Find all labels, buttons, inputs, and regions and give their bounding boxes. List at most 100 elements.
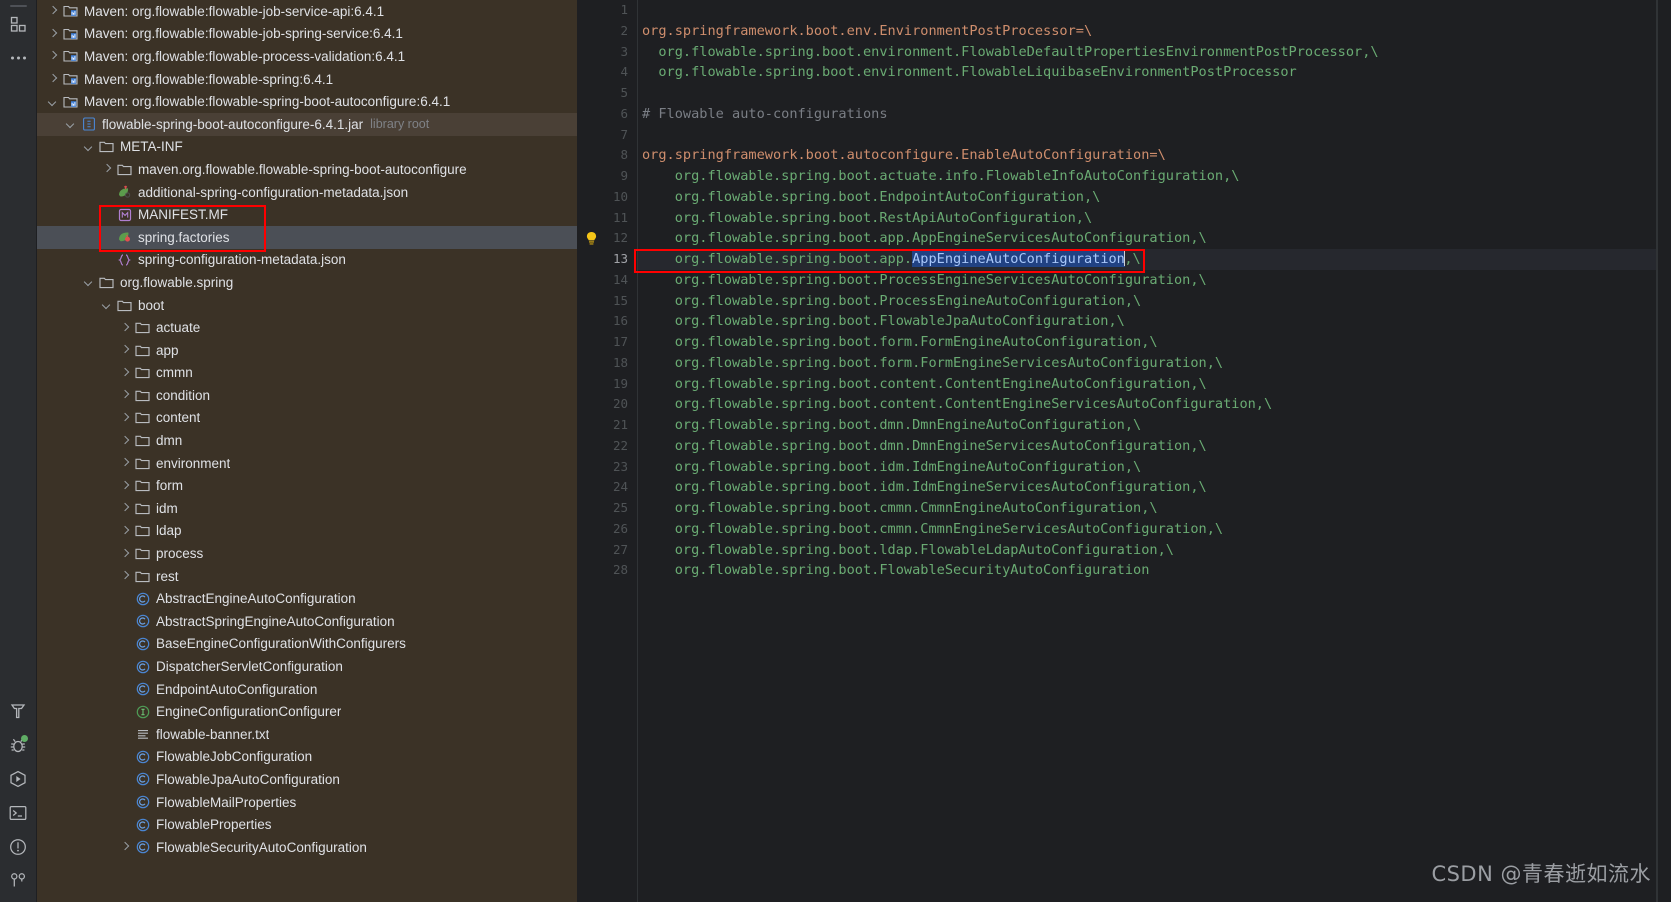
code-line[interactable]: org.flowable.spring.boot.FlowableSecurit… [638, 560, 1671, 581]
chevron-right-icon[interactable] [119, 434, 132, 447]
tree-row[interactable]: FlowableJobConfiguration [37, 746, 577, 769]
tree-row[interactable]: Maven: org.flowable:flowable-spring-boot… [37, 90, 577, 113]
chevron-right-icon[interactable] [119, 547, 132, 560]
code-line[interactable]: org.flowable.spring.boot.environment.Flo… [638, 62, 1671, 83]
tree-row[interactable]: spring-configuration-metadata.json [37, 249, 577, 272]
chevron-down-icon[interactable] [47, 95, 60, 108]
code-line[interactable]: org.flowable.spring.boot.content.Content… [638, 374, 1671, 395]
terminal-icon[interactable] [0, 796, 37, 830]
code-line[interactable]: org.flowable.spring.boot.app.AppEngineSe… [638, 228, 1671, 249]
code-line[interactable]: org.flowable.spring.boot.FlowableJpaAuto… [638, 311, 1671, 332]
tree-row[interactable]: EndpointAutoConfiguration [37, 678, 577, 701]
chevron-right-icon[interactable] [119, 502, 132, 515]
tree-row[interactable]: spring.factories [37, 225, 577, 249]
chevron-right-icon[interactable] [119, 389, 132, 402]
editor-gutter[interactable]: 1 2 3 4 5 6 7 8 9 10 11 12 13 14 15 16 17 18 19 20 21 22 23 24… [577, 0, 637, 902]
chevron-down-icon[interactable] [65, 118, 78, 131]
tree-row[interactable]: additional-spring-configuration-metadata… [37, 181, 577, 204]
build-icon[interactable] [0, 694, 37, 728]
chevron-right-icon[interactable] [101, 163, 114, 176]
tree-row[interactable]: dmn [37, 429, 577, 452]
code-line[interactable]: org.flowable.spring.boot.cmmn.CmmnEngine… [638, 498, 1671, 519]
chevron-right-icon[interactable] [47, 5, 60, 18]
tree-row[interactable]: boot [37, 294, 577, 317]
tree-row[interactable]: DispatcherServletConfiguration [37, 655, 577, 678]
code-line[interactable]: org.flowable.spring.boot.form.FormEngine… [638, 353, 1671, 374]
code-line[interactable]: org.flowable.spring.boot.ProcessEngineSe… [638, 270, 1671, 291]
tree-row[interactable]: form [37, 474, 577, 497]
tree-row[interactable]: AbstractSpringEngineAutoConfiguration [37, 610, 577, 633]
problems-icon[interactable] [0, 830, 37, 864]
chevron-right-icon[interactable] [119, 457, 132, 470]
code-line[interactable]: org.flowable.spring.boot.EndpointAutoCon… [638, 187, 1671, 208]
tree-row[interactable]: Maven: org.flowable:flowable-spring:6.4.… [37, 68, 577, 91]
tree-row[interactable]: META-INF [37, 136, 577, 159]
tree-row[interactable]: ldap [37, 520, 577, 543]
tree-row[interactable]: content [37, 407, 577, 430]
more-options-icon[interactable] [0, 41, 37, 75]
tree-row[interactable]: rest [37, 565, 577, 588]
debug-icon[interactable] [0, 728, 37, 762]
chevron-right-icon[interactable] [119, 479, 132, 492]
tree-row[interactable]: FlowableJpaAutoConfiguration [37, 768, 577, 791]
code-line[interactable]: # Flowable auto-configurations [638, 104, 1671, 125]
tree-row[interactable]: Maven: org.flowable:flowable-process-val… [37, 45, 577, 68]
tree-row[interactable]: condition [37, 384, 577, 407]
tree-row[interactable]: actuate [37, 316, 577, 339]
intention-bulb-icon[interactable] [585, 231, 598, 246]
chevron-down-icon[interactable] [83, 276, 96, 289]
chevron-right-icon[interactable] [119, 570, 132, 583]
tree-row[interactable]: BaseEngineConfigurationWithConfigurers [37, 633, 577, 656]
code-line[interactable]: org.flowable.spring.boot.idm.IdmEngineSe… [638, 477, 1671, 498]
chevron-right-icon[interactable] [119, 366, 132, 379]
tree-row[interactable]: AbstractEngineAutoConfiguration [37, 587, 577, 610]
chevron-down-icon[interactable] [101, 299, 114, 312]
chevron-right-icon[interactable] [119, 411, 132, 424]
chevron-down-icon[interactable] [83, 140, 96, 153]
code-line[interactable] [638, 125, 1671, 146]
tree-row[interactable]: org.flowable.spring [37, 271, 577, 294]
chevron-right-icon[interactable] [47, 73, 60, 86]
tree-row[interactable]: Maven: org.flowable:flowable-job-spring-… [37, 23, 577, 46]
run-icon[interactable] [0, 762, 37, 796]
project-tree[interactable]: Maven: org.flowable:flowable-job-service… [37, 0, 577, 859]
tree-row[interactable]: flowable-spring-boot-autoconfigure-6.4.1… [37, 112, 577, 136]
chevron-right-icon[interactable] [47, 27, 60, 40]
tree-row[interactable]: FlowableSecurityAutoConfiguration [37, 836, 577, 859]
tree-row[interactable]: app [37, 339, 577, 362]
tree-row[interactable]: MANIFEST.MF [37, 203, 577, 226]
tree-row[interactable]: process [37, 542, 577, 565]
tree-row[interactable]: flowable-banner.txt [37, 723, 577, 746]
editor-scrollbar[interactable] [1657, 0, 1671, 902]
tree-row[interactable]: maven.org.flowable.flowable-spring-boot-… [37, 158, 577, 181]
code-line[interactable]: org.flowable.spring.boot.ldap.FlowableLd… [638, 540, 1671, 561]
tree-row[interactable]: FlowableMailProperties [37, 791, 577, 814]
code-line[interactable]: org.flowable.spring.boot.app.AppEngineAu… [638, 249, 1671, 270]
code-line[interactable] [638, 0, 1671, 21]
code-content[interactable]: org.springframework.boot.env.Environment… [637, 0, 1671, 902]
code-line[interactable]: org.springframework.boot.env.Environment… [638, 21, 1671, 42]
code-line[interactable]: org.flowable.spring.boot.RestApiAutoConf… [638, 208, 1671, 229]
chevron-right-icon[interactable] [119, 841, 132, 854]
chevron-right-icon[interactable] [119, 524, 132, 537]
tree-row[interactable]: idm [37, 497, 577, 520]
version-control-icon[interactable] [0, 864, 37, 898]
code-line[interactable]: org.flowable.spring.boot.idm.IdmEngineAu… [638, 457, 1671, 478]
tree-row[interactable]: FlowableProperties [37, 813, 577, 836]
project-structure-icon[interactable] [0, 7, 37, 41]
chevron-right-icon[interactable] [47, 50, 60, 63]
code-line[interactable]: org.flowable.spring.boot.dmn.DmnEngineAu… [638, 415, 1671, 436]
tree-row[interactable]: Maven: org.flowable:flowable-job-service… [37, 0, 577, 23]
code-line[interactable]: org.flowable.spring.boot.form.FormEngine… [638, 332, 1671, 353]
code-line[interactable] [638, 83, 1671, 104]
tree-row[interactable]: environment [37, 452, 577, 475]
code-line[interactable]: org.flowable.spring.boot.ProcessEngineAu… [638, 291, 1671, 312]
code-line[interactable]: org.flowable.spring.boot.cmmn.CmmnEngine… [638, 519, 1671, 540]
project-tree-panel[interactable]: Maven: org.flowable:flowable-job-service… [37, 0, 577, 902]
code-line[interactable]: org.springframework.boot.autoconfigure.E… [638, 145, 1671, 166]
tree-row[interactable]: cmmn [37, 362, 577, 385]
code-line[interactable]: org.flowable.spring.boot.actuate.info.Fl… [638, 166, 1671, 187]
code-line[interactable]: org.flowable.spring.boot.environment.Flo… [638, 42, 1671, 63]
chevron-right-icon[interactable] [119, 321, 132, 334]
code-line[interactable]: org.flowable.spring.boot.dmn.DmnEngineSe… [638, 436, 1671, 457]
